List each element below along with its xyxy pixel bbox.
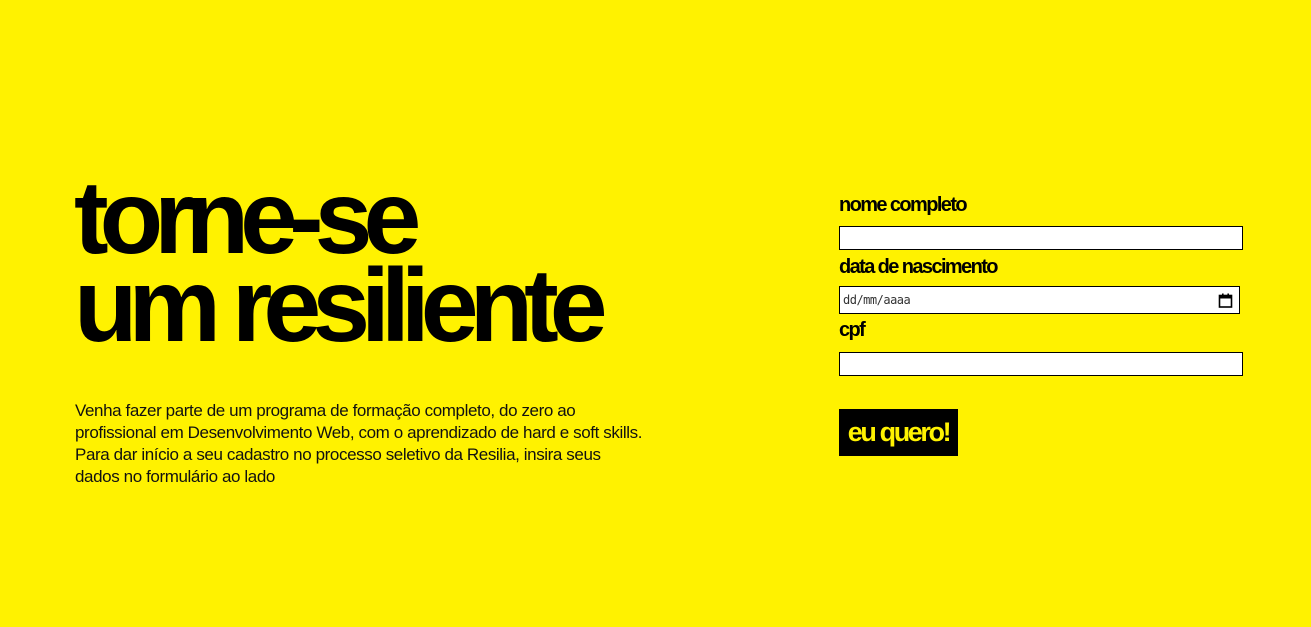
birthdate-placeholder: dd/mm/aaaa [843,293,911,307]
hero-description: Venha fazer parte de um programa de form… [75,401,643,486]
name-label: nome completo [839,194,968,216]
cpf-field[interactable] [839,352,1243,376]
hero-title-line-2: um resiliente [74,248,608,364]
cpf-label: cpf [839,319,866,341]
submit-button[interactable]: eu quero! [839,409,958,456]
calendar-icon[interactable] [1218,293,1233,308]
birthdate-field[interactable]: dd/mm/aaaa [839,286,1240,314]
hero-title: torne-se um resiliente [74,166,608,364]
name-field[interactable] [839,226,1243,250]
signup-form: nome completo data de nascimento dd/mm/a… [839,193,1249,381]
birthdate-label: data de nascimento [839,256,999,278]
